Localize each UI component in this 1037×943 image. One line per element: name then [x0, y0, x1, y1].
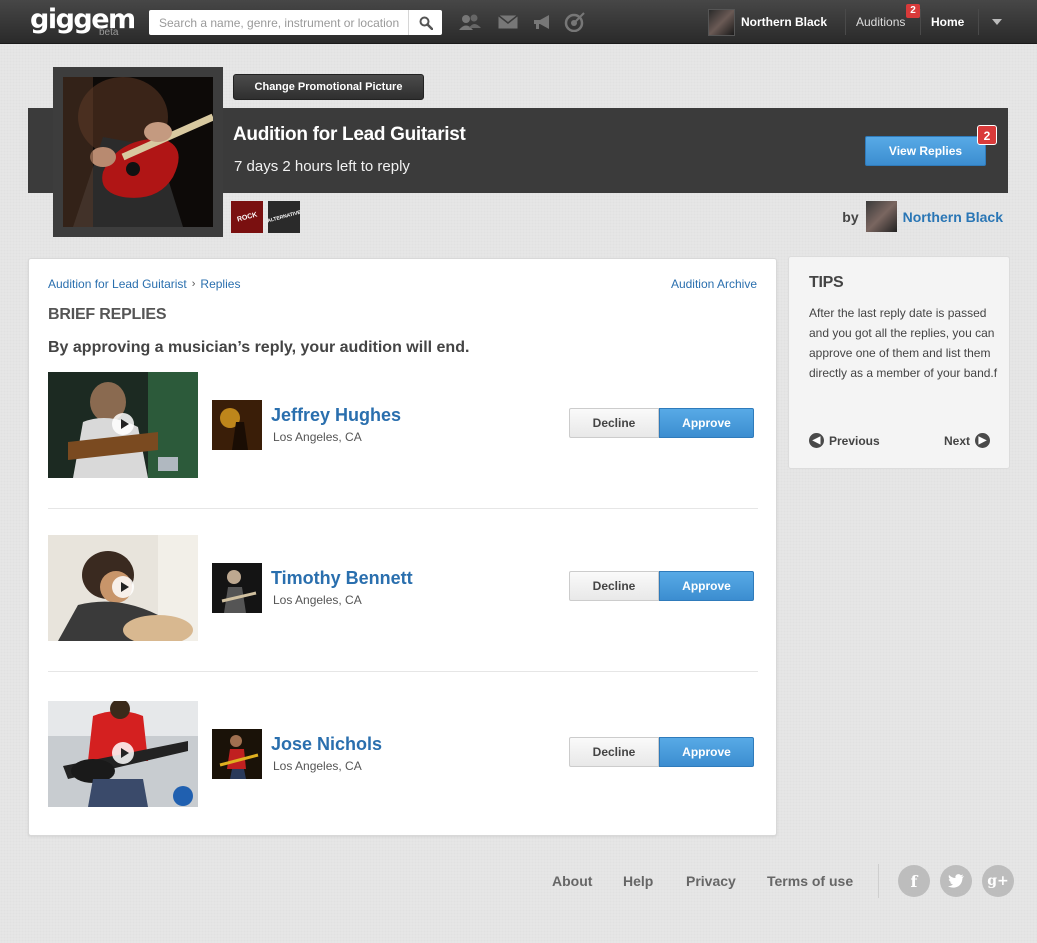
reply-item: Jeffrey Hughes Los Angeles, CA Decline A… [48, 372, 758, 478]
footer-privacy-link[interactable]: Privacy [686, 873, 736, 889]
user-avatar [708, 8, 735, 36]
replies-count-badge: 2 [977, 125, 997, 145]
by-label: by [842, 208, 859, 225]
play-icon[interactable] [112, 742, 134, 764]
tips-body: After the last reply date is passed and … [809, 306, 998, 380]
musician-location: Los Angeles, CA [273, 593, 362, 607]
replies-card: Audition for Lead Guitarist › Replies Au… [28, 258, 777, 836]
play-icon[interactable] [112, 576, 134, 598]
target-icon[interactable] [563, 11, 587, 33]
promotional-picture [63, 77, 213, 227]
previous-label: Previous [829, 433, 880, 448]
menu-dropdown-icon[interactable] [992, 19, 1002, 25]
giggem-logo[interactable]: giggem [30, 4, 136, 35]
band-name-link[interactable]: Northern Black [903, 209, 1003, 225]
search-icon [419, 16, 433, 30]
next-label: Next [944, 433, 971, 448]
genre-label: ALTERNATIVE [268, 209, 300, 225]
arrow-right-icon: ▶ [975, 433, 991, 448]
time-left-text: 7 days 2 hours left to reply [234, 158, 410, 175]
musician-location: Los Angeles, CA [273, 430, 362, 444]
audition-owner: by Northern Black [842, 201, 1003, 232]
breadcrumb-replies-link[interactable]: Replies [200, 277, 240, 291]
beta-label: beta [99, 27, 119, 38]
auditions-count-badge: 2 [906, 4, 920, 18]
nav-divider [920, 9, 921, 35]
musician-name-link[interactable]: Jeffrey Hughes [271, 405, 401, 426]
top-navigation-bar: giggem beta Search a name, genre, instru… [0, 0, 1037, 44]
mail-icon[interactable] [496, 11, 520, 33]
tips-next-button[interactable]: Next ▶ [944, 433, 991, 448]
footer-help-link[interactable]: Help [623, 873, 653, 889]
genre-tag-alternative[interactable]: ALTERNATIVE [268, 201, 300, 233]
musician-avatar[interactable] [212, 400, 262, 450]
facebook-icon[interactable]: f [898, 865, 930, 897]
genre-tag-rock[interactable]: ROCK [231, 201, 263, 233]
approve-button[interactable]: Approve [659, 571, 754, 601]
decline-button[interactable]: Decline [569, 408, 659, 438]
section-subtitle: By approving a musician’s reply, your au… [48, 339, 470, 356]
user-name: Northern Black [741, 15, 828, 29]
tips-panel: TIPS After the last reply date is passed… [788, 256, 1010, 469]
band-avatar[interactable] [865, 201, 897, 232]
reply-item: Timothy Bennett Los Angeles, CA Decline … [48, 535, 758, 641]
footer-divider [878, 864, 879, 898]
musician-name-link[interactable]: Timothy Bennett [271, 568, 413, 589]
google-plus-icon[interactable]: g+ [982, 865, 1014, 897]
breadcrumb: Audition for Lead Guitarist › Replies [48, 277, 240, 291]
reply-divider [48, 508, 758, 509]
musician-avatar[interactable] [212, 729, 262, 779]
search-input[interactable] [149, 10, 408, 35]
arrow-left-icon: ◀ [809, 433, 824, 448]
footer-about-link[interactable]: About [552, 873, 592, 889]
auditions-link[interactable]: Auditions [856, 15, 905, 29]
tips-title: TIPS [809, 274, 844, 291]
promotional-picture-frame [53, 67, 223, 237]
tips-previous-button[interactable]: ◀ Previous [809, 433, 880, 448]
megaphone-icon[interactable] [530, 11, 554, 33]
reply-divider [48, 671, 758, 672]
musician-avatar[interactable] [212, 563, 262, 613]
change-promotional-picture-button[interactable]: Change Promotional Picture [233, 74, 424, 100]
people-icon[interactable] [458, 11, 482, 33]
user-profile-chip[interactable]: Northern Black [708, 8, 827, 36]
approve-button[interactable]: Approve [659, 737, 754, 767]
nav-divider [845, 9, 846, 35]
nav-divider [978, 9, 979, 35]
audition-archive-link[interactable]: Audition Archive [671, 277, 757, 291]
reply-video-thumbnail[interactable] [48, 372, 198, 478]
view-replies-button[interactable]: View Replies [865, 136, 986, 166]
reply-item: Jose Nichols Los Angeles, CA Decline App… [48, 701, 758, 807]
approve-button[interactable]: Approve [659, 408, 754, 438]
musician-name-link[interactable]: Jose Nichols [271, 734, 382, 755]
reply-video-thumbnail[interactable] [48, 701, 198, 807]
genre-label: ROCK [236, 210, 258, 224]
audition-title: Audition for Lead Guitarist [233, 124, 466, 145]
decline-button[interactable]: Decline [569, 737, 659, 767]
breadcrumb-audition-link[interactable]: Audition for Lead Guitarist [48, 277, 187, 291]
decline-button[interactable]: Decline [569, 571, 659, 601]
chevron-right-icon: › [191, 278, 196, 290]
footer-terms-link[interactable]: Terms of use [767, 873, 853, 889]
play-icon[interactable] [112, 413, 134, 435]
section-title: BRIEF REPLIES [48, 306, 167, 323]
search-button[interactable] [408, 10, 442, 35]
search-box [149, 10, 442, 35]
musician-location: Los Angeles, CA [273, 759, 362, 773]
home-link[interactable]: Home [931, 15, 964, 29]
reply-video-thumbnail[interactable] [48, 535, 198, 641]
twitter-icon[interactable] [940, 865, 972, 897]
